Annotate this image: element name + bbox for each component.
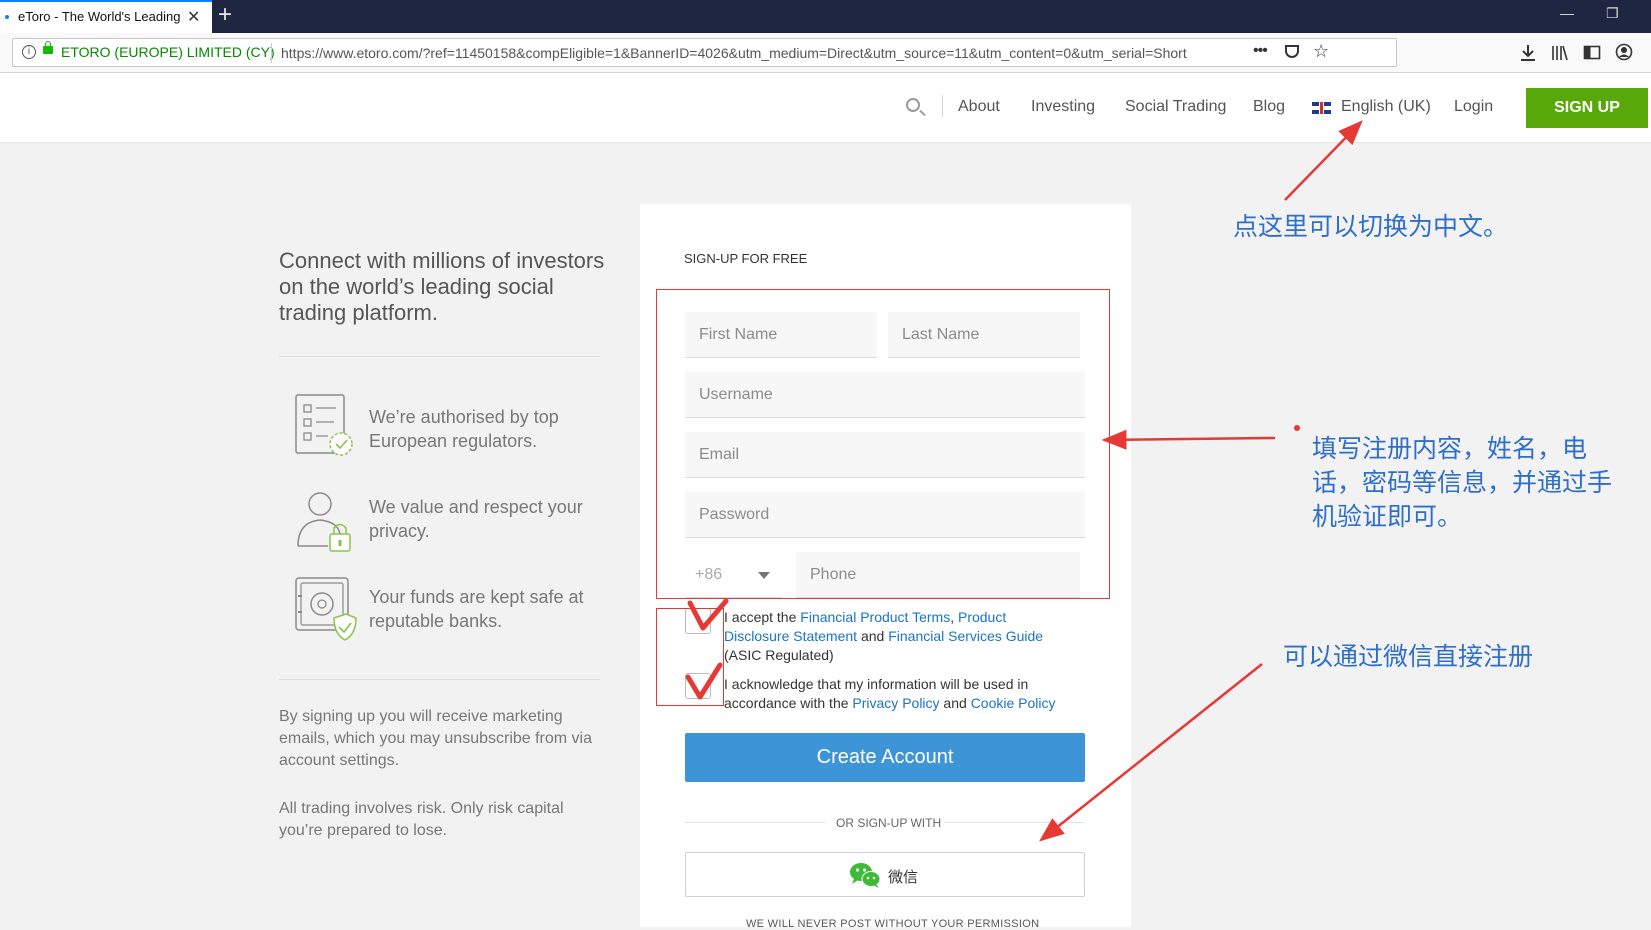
wechat-label: 微信 [888,869,919,886]
nav-about[interactable]: About [958,98,1000,116]
annotation-form-tip-line2: 话，密码等信息，并通过手 [1312,468,1613,497]
minimize-icon[interactable]: — [1560,5,1574,21]
annotation-form-tip-line1: 填写注册内容，姓名，电 [1312,434,1588,463]
signup-button[interactable]: SIGN UP [1526,88,1648,128]
restore-icon[interactable]: ❐ [1606,5,1619,22]
url-text[interactable]: https://www.etoro.com/?ref=11450158&comp… [281,45,1231,61]
browser-tab[interactable]: eToro - The World's Leading ✕ [0,0,212,33]
consent-text: I accept the [724,609,801,625]
or-divider-right [945,822,1085,823]
financial-services-guide-link[interactable]: Financial Services Guide [888,628,1043,644]
cookie-policy-link[interactable]: Cookie Policy [971,695,1056,711]
browser-title-bar: eToro - The World's Leading ✕ + — ❐ [0,0,1651,33]
library-icon[interactable] [1551,43,1569,63]
consent-text: and [939,695,971,711]
privacy-user-lock-icon [297,492,351,552]
annotation-language-tip: 点这里可以切换为中文。 [1233,212,1509,241]
wechat-signup-button[interactable] [685,852,1085,897]
site-identity-label[interactable]: ETORO (EUROPE) LIMITED (CY) [61,44,275,60]
tab-title: eToro - The World's Leading [18,9,181,24]
annotation-wechat-tip: 可以通过微信直接注册 [1283,642,1534,671]
pocket-icon[interactable] [1285,45,1299,58]
consent-text: and [857,628,889,644]
nav-investing[interactable]: Investing [1031,98,1095,116]
feature-privacy-text: We value and respect your privacy. [369,497,583,541]
risk-note: All trading involves risk. Only risk cap… [279,800,564,839]
download-icon[interactable] [1519,43,1537,63]
nav-login[interactable]: Login [1454,98,1493,116]
annotation-form-tip-line3: 机验证即可。 [1312,502,1463,531]
consent-text: , [950,609,958,625]
account-icon[interactable] [1615,43,1633,61]
or-divider-left [685,822,825,823]
address-separator [271,43,272,63]
form-highlight-box [656,289,1110,599]
site-header: About Investing Social Trading Blog Engl… [0,73,1651,143]
divider [279,356,600,357]
checkbox-highlight-box [656,608,724,706]
header-divider [942,95,943,117]
tab-close-icon[interactable]: ✕ [187,7,200,27]
uk-flag-icon[interactable] [1312,102,1331,114]
feature-regulation-text: We’re authorised by top European regulat… [369,407,559,451]
consent-text: (ASIC Regulated) [724,647,834,663]
or-signup-label: OR SIGN-UP WITH [836,816,942,830]
nav-blog[interactable]: Blog [1253,98,1285,116]
regulation-checklist-icon [295,394,353,456]
bookmark-star-icon[interactable]: ☆ [1313,41,1329,62]
info-icon[interactable]: i [22,45,36,59]
lock-icon[interactable] [43,41,53,54]
address-bar[interactable]: i ETORO (EUROPE) LIMITED (CY) https://ww… [12,38,1397,67]
search-icon[interactable] [906,98,920,112]
create-account-button[interactable]: Create Account [685,733,1085,782]
tab-loading-icon [5,15,9,19]
privacy-consent-text: I acknowledge that my information will b… [724,675,1064,713]
never-post-note: WE WILL NEVER POST WITHOUT YOUR PERMISSI… [746,918,1040,930]
browser-nav-bar: i ETORO (EUROPE) LIMITED (CY) https://ww… [0,33,1651,73]
feature-funds-text: Your funds are kept safe at reputable ba… [369,587,584,631]
language-selector[interactable]: English (UK) [1341,98,1431,116]
page-actions-icon[interactable]: ••• [1253,42,1268,60]
signup-title: SIGN-UP FOR FREE [684,251,808,266]
red-dot [1294,425,1300,431]
divider [279,679,600,680]
wechat-icon [850,863,881,888]
sidebar-icon[interactable] [1583,44,1601,62]
new-tab-icon[interactable]: + [218,1,232,29]
nav-social-trading[interactable]: Social Trading [1125,98,1226,116]
privacy-policy-link[interactable]: Privacy Policy [852,695,939,711]
headline: Connect with millions of investors on th… [279,248,605,325]
terms-consent-text: I accept the Financial Product Terms, Pr… [724,608,1064,665]
financial-product-terms-link[interactable]: Financial Product Terms [800,609,950,625]
safe-vault-icon [295,577,357,641]
marketing-note: By signing up you will receive marketing… [279,708,593,769]
